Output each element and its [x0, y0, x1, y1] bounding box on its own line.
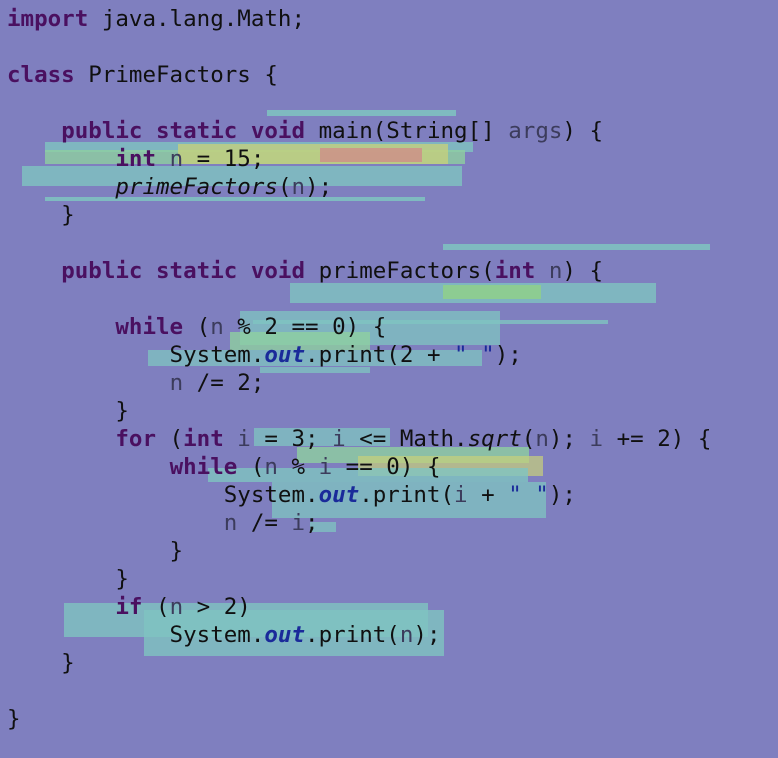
code-line: for (int i = 3; i <= Math.sqrt(n); i += … [7, 420, 711, 452]
code-line: ​ [7, 672, 711, 700]
code-line: ​ [7, 280, 711, 308]
code-line: class PrimeFactors { [7, 56, 711, 88]
code-line: } [7, 196, 711, 228]
code-token: } [7, 706, 21, 732]
code-line: System.out.print(n); [7, 616, 711, 648]
code-line: while (n % 2 == 0) { [7, 308, 711, 340]
code-line: ​ [7, 28, 711, 56]
code-line: primeFactors(n); [7, 168, 711, 200]
code-line: import java.lang.Math; [7, 0, 711, 32]
code-line: ​ [7, 84, 711, 112]
code-line: if (n > 2) [7, 588, 711, 620]
code-line: public static void main(String[] args) { [7, 112, 711, 144]
code-line: } [7, 532, 711, 564]
code-line: } [7, 644, 711, 676]
code-line: ​ [7, 224, 711, 252]
code-line: int n = 15; [7, 140, 711, 172]
code-line: } [7, 392, 711, 424]
code-line: System.out.print(i + " "); [7, 476, 711, 508]
code-line: public static void primeFactors(int n) { [7, 252, 711, 284]
code-line: while (n % i == 0) { [7, 448, 711, 480]
code-line: } [7, 700, 711, 732]
code-line: System.out.print(2 + " "); [7, 336, 711, 368]
code-line: n /= i; [7, 504, 711, 536]
code-line: n /= 2; [7, 364, 711, 396]
code-line: } [7, 560, 711, 592]
code-editor[interactable]: import java.lang.Math;​class PrimeFactor… [7, 0, 711, 732]
